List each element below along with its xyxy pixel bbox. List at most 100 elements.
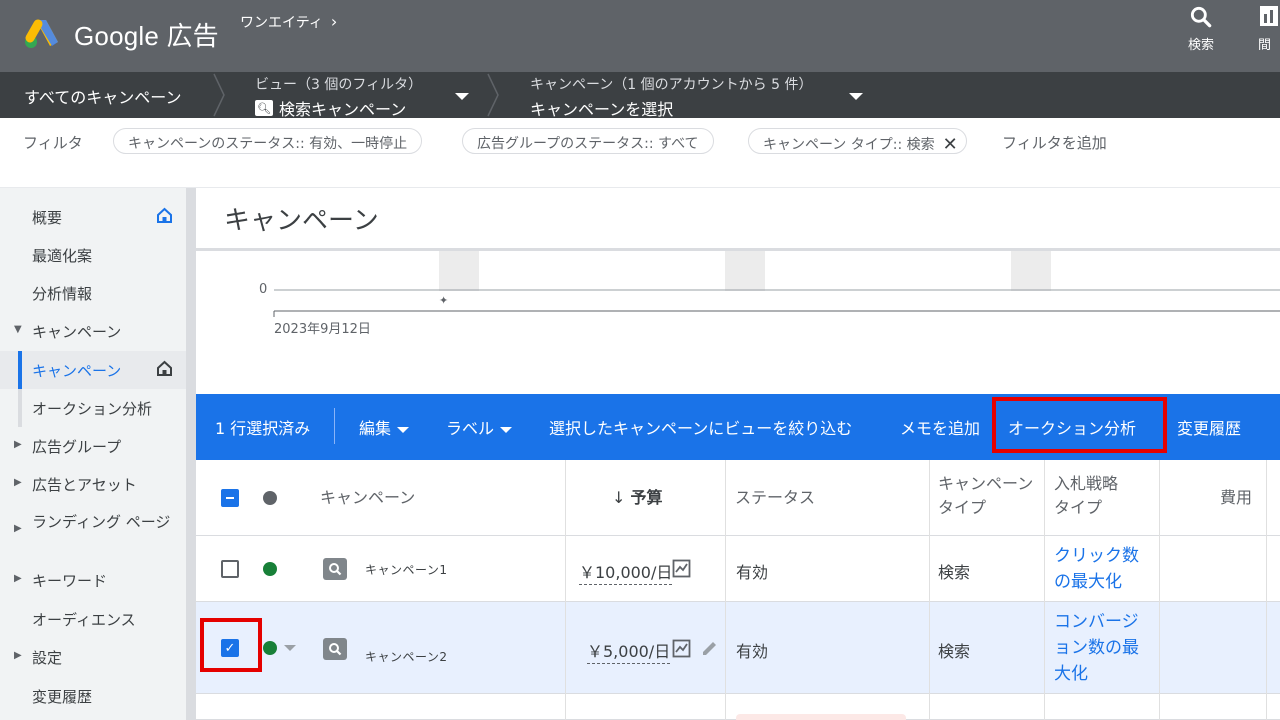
status-header-icon[interactable] bbox=[263, 491, 277, 505]
search-campaign-icon: 🔍︎ bbox=[255, 100, 273, 116]
breadcrumb-separator-icon bbox=[213, 73, 225, 117]
close-icon[interactable]: ✕ bbox=[943, 134, 958, 155]
campaign-selector[interactable]: キャンペーン（1 個のアカウントから 5 件） キャンペーンを選択 bbox=[530, 74, 812, 120]
filter-chip-campaign-status[interactable]: キャンペーンのステータス:: 有効、一時停止 bbox=[113, 128, 423, 154]
reports-icon bbox=[1260, 6, 1278, 26]
column-divider bbox=[725, 460, 726, 720]
filter-chip-campaign-type[interactable]: キャンペーン タイプ:: 検索 ✕ bbox=[748, 128, 967, 155]
check-icon: ✓ bbox=[224, 640, 236, 656]
status-dropdown-icon[interactable] bbox=[284, 645, 296, 651]
filter-chip-adgroup-status[interactable]: 広告グループのステータス:: すべて bbox=[462, 128, 714, 154]
sort-down-icon: ↓ bbox=[612, 488, 631, 507]
header-bid-line2: タイプ bbox=[1054, 498, 1103, 517]
campaign-dropdown-icon[interactable] bbox=[849, 93, 863, 100]
add-memo-button[interactable]: メモを追加 bbox=[900, 415, 980, 439]
sidebar-item-campaigns[interactable]: キャンペーン bbox=[0, 351, 186, 389]
sidebar-item-label: 広告グループ bbox=[32, 438, 122, 456]
expand-right-icon: ▶ bbox=[14, 523, 22, 534]
add-filter-button[interactable]: フィルタを追加 bbox=[1002, 132, 1107, 153]
toolbar-divider bbox=[334, 408, 335, 444]
campaign-selector-label: キャンペーン（1 個のアカウントから 5 件） bbox=[530, 77, 813, 93]
label-menu-button[interactable]: ラベル bbox=[446, 415, 513, 439]
view-dropdown-icon[interactable] bbox=[455, 93, 469, 100]
sidebar-item-ads-assets[interactable]: ▶ 広告とアセット bbox=[0, 465, 186, 503]
bid-strategy-link[interactable]: クリック数 の最大化 bbox=[1054, 543, 1139, 595]
row-checkbox-checked[interactable]: ✓ bbox=[221, 639, 239, 657]
sidebar-item-label: オーディエンス bbox=[32, 611, 136, 629]
sidebar-item-change-history[interactable]: 変更履歴 bbox=[0, 677, 186, 715]
sidebar-item-label: 概要 bbox=[32, 209, 63, 227]
status-enabled-icon[interactable] bbox=[263, 562, 277, 576]
breadcrumb-all-campaigns[interactable]: すべてのキャンペーン bbox=[24, 84, 181, 108]
filter-view-button[interactable]: 選択したキャンペーンにビューを絞り込む bbox=[549, 415, 852, 439]
select-all-checkbox[interactable] bbox=[221, 489, 239, 507]
account-switcher[interactable]: ワンエイティ › bbox=[240, 12, 337, 32]
extra-label: 間 bbox=[1258, 38, 1272, 53]
edit-label: 編集 bbox=[359, 419, 392, 438]
view-selector[interactable]: ビュー（3 個のフィルタ） 🔍︎ 検索キャンペーン bbox=[255, 74, 422, 120]
sidebar-item-keywords[interactable]: ▶ キーワード bbox=[0, 561, 186, 599]
sidebar-item-auction-insights[interactable]: オークション分析 bbox=[0, 389, 186, 427]
sidebar-item-settings[interactable]: ▶ 設定 bbox=[0, 638, 186, 676]
bid-line2: ョン数の最 bbox=[1054, 638, 1139, 658]
chart-annotation-icon: ✦ bbox=[439, 294, 448, 307]
sidebar-item-audiences[interactable]: オーディエンス bbox=[0, 600, 186, 638]
label-label: ラベル bbox=[446, 419, 495, 438]
google-ads-logo-icon[interactable] bbox=[22, 16, 62, 50]
caret-down-icon bbox=[500, 426, 513, 433]
top-extra-button[interactable]: 間 bbox=[1258, 4, 1280, 53]
search-campaign-icon bbox=[323, 638, 347, 660]
expand-down-icon: ▼ bbox=[14, 324, 22, 335]
campaign-name-link[interactable]: キャンペーン1 bbox=[365, 561, 448, 578]
selected-count: 1 行選択済み bbox=[215, 419, 311, 438]
change-history-button[interactable]: 変更履歴 bbox=[1177, 415, 1241, 439]
status-enabled-icon[interactable] bbox=[263, 641, 277, 655]
column-divider bbox=[1266, 460, 1267, 720]
edit-menu-button[interactable]: 編集 bbox=[359, 415, 410, 439]
home-icon[interactable] bbox=[156, 360, 173, 377]
row-checkbox[interactable] bbox=[221, 560, 239, 578]
bid-line1: コンバージ bbox=[1054, 612, 1139, 632]
header-cost[interactable]: 費用 bbox=[1220, 486, 1252, 510]
bid-line1: クリック数 bbox=[1054, 546, 1139, 566]
sidebar-item-overview[interactable]: 概要 bbox=[0, 198, 186, 236]
top-search-button[interactable]: 検索 bbox=[1178, 4, 1224, 53]
expand-right-icon: ▶ bbox=[14, 573, 22, 584]
chart-icon[interactable] bbox=[672, 639, 691, 658]
sidebar-item-label: 設定 bbox=[32, 649, 63, 667]
campaign-name-link[interactable]: キャンペーン2 bbox=[365, 648, 448, 665]
sidebar-item-campaigns-group[interactable]: ▼ キャンペーン bbox=[0, 312, 186, 350]
sidebar-item-landing-pages[interactable]: ▶ ランディング ページ bbox=[0, 503, 186, 555]
sidebar-item-label: キャンペーン bbox=[32, 323, 122, 341]
auction-insights-button[interactable]: オークション分析 bbox=[1008, 415, 1136, 439]
header-status[interactable]: ステータス bbox=[735, 486, 815, 510]
sidebar-item-label: 広告とアセット bbox=[32, 476, 137, 494]
chip-text: 広告グループのステータス:: すべて bbox=[477, 136, 699, 152]
bid-strategy-link[interactable]: コンバージ ョン数の最 大化 bbox=[1054, 609, 1139, 687]
chart-date-label: 2023年9月12日 bbox=[274, 322, 371, 337]
column-divider bbox=[1044, 460, 1045, 720]
header-campaign[interactable]: キャンペーン bbox=[320, 486, 415, 510]
home-icon[interactable] bbox=[156, 207, 173, 224]
budget-value[interactable]: ￥5,000/日 bbox=[587, 638, 671, 664]
chart-icon[interactable] bbox=[672, 559, 691, 578]
search-icon bbox=[1190, 6, 1212, 28]
sidebar-item-label: オークション分析 bbox=[32, 400, 153, 418]
sidebar-item-label: キャンペーン bbox=[32, 362, 122, 380]
sidebar-item-insights[interactable]: 分析情報 bbox=[0, 274, 186, 312]
header-budget-label: 予算 bbox=[630, 488, 663, 507]
sidebar-item-ad-groups[interactable]: ▶ 広告グループ bbox=[0, 427, 186, 465]
header-campaign-type[interactable]: キャンペーン タイプ bbox=[938, 472, 1038, 520]
header-budget[interactable]: ↓ 予算 bbox=[612, 486, 663, 510]
campaign-type-value: 検索 bbox=[938, 642, 971, 661]
header-bid-strategy[interactable]: 入札戦略 タイプ bbox=[1054, 472, 1118, 520]
sidebar-item-label: ランディング ページ bbox=[32, 513, 171, 531]
sidebar-item-recommendations[interactable]: 最適化案 bbox=[0, 236, 186, 274]
search-label: 検索 bbox=[1187, 38, 1214, 53]
sidebar-scrollbar[interactable] bbox=[186, 188, 196, 720]
chart-y-zero: 0 bbox=[259, 282, 268, 297]
budget-value[interactable]: ￥10,000/日 bbox=[579, 559, 673, 585]
pencil-edit-icon[interactable] bbox=[700, 639, 719, 658]
status-badge bbox=[736, 714, 906, 720]
search-campaign-icon bbox=[323, 558, 347, 580]
